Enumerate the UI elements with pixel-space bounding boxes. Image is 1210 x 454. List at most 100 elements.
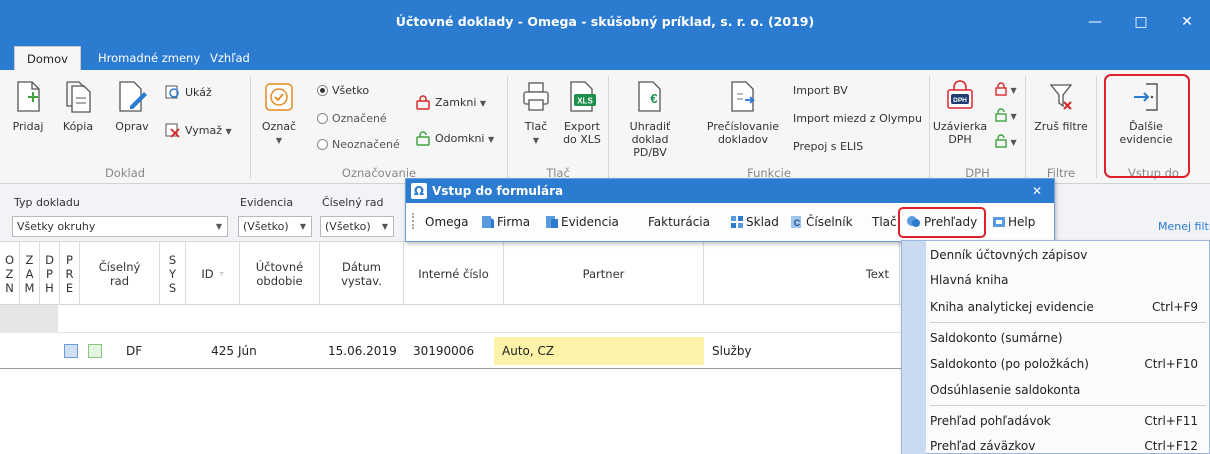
preciselovanie-button[interactable]: Prečíslovanie dokladov [705, 80, 781, 146]
dialog-title-bar: Ω Vstup do formulára ✕ [406, 179, 1054, 203]
prepoj-elis-link[interactable]: Prepoj s ELIS [793, 140, 863, 154]
col-header-interne[interactable]: Interné číslo [404, 242, 504, 305]
chevron-down-icon: ▼ [299, 222, 306, 231]
radio-icon [317, 85, 328, 96]
dropdown-item-saldokonto-polozky[interactable]: Saldokonto (po položkách) Ctrl+F10 [930, 353, 1206, 376]
dropdown-item-dennik[interactable]: Denník účtovných zápisov [930, 244, 1206, 267]
uzavierka-dph-button[interactable]: DPH Uzávierka DPH [932, 80, 988, 146]
zamkni-button[interactable]: Zamkni ▼ [415, 94, 486, 111]
col-header-pre[interactable]: P R E [60, 242, 80, 305]
app-window: Účtovné doklady - Omega - skúšobný príkl… [0, 0, 1210, 454]
dph-lock-dropdown-2[interactable]: ▼ [994, 108, 1017, 124]
radio-icon [317, 113, 328, 124]
dropdown-item-zavazky[interactable]: Prehľad záväzkov Ctrl+F12 [930, 435, 1206, 454]
radio-neoznacene[interactable]: Neoznačené [317, 138, 400, 152]
col-header-zam[interactable]: Z A M [20, 242, 40, 305]
maximize-button[interactable]: □ [1118, 0, 1164, 44]
euro-document-icon: € [638, 81, 661, 112]
tab-domov[interactable]: Domov [14, 46, 81, 70]
dph-checkbox[interactable] [64, 344, 78, 358]
cell-id: 425 [211, 344, 234, 358]
menu-ciselnik[interactable]: C Číselník [790, 215, 853, 229]
menu-evidencia[interactable]: Evidencia [545, 215, 619, 229]
zrus-filtre-button[interactable]: Zruš filtre [1030, 80, 1092, 133]
dropdown-item-shortcut: Ctrl+F10 [1144, 357, 1198, 371]
minimize-button[interactable]: — [1072, 0, 1118, 44]
menu-grip [412, 213, 415, 229]
sort-icon: ▿ [219, 268, 224, 278]
sklad-icon [731, 216, 743, 228]
oprav-label: Oprav [115, 120, 149, 133]
export-xls-button[interactable]: XLS Export do XLS [560, 80, 604, 146]
oprav-button[interactable]: Oprav [110, 80, 154, 133]
cell-text: Služby [712, 344, 752, 358]
group-tlac: Tlač ▼ XLS Export do XLS Tlač [508, 70, 608, 184]
evidencia-select[interactable]: (Všetko) ▼ [238, 216, 312, 237]
vymaz-button[interactable]: Vymaž ▼ [164, 122, 232, 139]
filter-row-selector [0, 305, 58, 333]
pridaj-button[interactable]: Pridaj [8, 80, 48, 133]
col-header-dph[interactable]: D P H [40, 242, 60, 305]
col-header-partner[interactable]: Partner [504, 242, 704, 305]
group-doklad: Pridaj Kópia Oprav Ukáž Vymaž ▼ Doklad [0, 70, 250, 184]
dropdown-item-shortcut: Ctrl+F12 [1144, 439, 1198, 453]
ciselny-rad-select[interactable]: (Všetko) ▼ [320, 216, 394, 237]
uhradit-button[interactable]: € Uhradiť doklad PD/BV [617, 80, 683, 159]
chevron-down-icon: ▼ [275, 136, 283, 145]
dropdown-item-kniha-analytickej[interactable]: Kniha analytickej evidencie Ctrl+F9 [930, 296, 1206, 319]
radio-vsetko[interactable]: Všetko [317, 84, 369, 98]
col-header-text[interactable]: Text [704, 242, 900, 305]
menu-ciselnik-label: Číselník [806, 215, 853, 229]
odomkni-button[interactable]: Odomkni ▼ [415, 130, 494, 147]
evidencia-label: Evidencia [240, 196, 294, 209]
typ-dokladu-select[interactable]: Všetky okruhy ▼ [12, 216, 228, 237]
menu-tlac[interactable]: Tlač [872, 215, 897, 229]
col-header-sys[interactable]: S Y S [160, 242, 186, 305]
dropdown-item-saldokonto-sumarne[interactable]: Saldokonto (sumárne) [930, 327, 1206, 350]
menu-sklad[interactable]: Sklad [730, 215, 779, 229]
kopia-label: Kópia [62, 120, 94, 133]
renumber-icon [731, 81, 756, 112]
tab-hromadne-zmeny[interactable]: Hromadné zmeny [86, 46, 212, 70]
dialog-close-button[interactable]: ✕ [1032, 179, 1042, 203]
tlac-button[interactable]: Tlač ▼ [518, 80, 554, 147]
evidencia-icon [546, 216, 558, 228]
tab-vzhlad[interactable]: Vzhľad [198, 46, 262, 70]
oznac-button[interactable]: Označ ▼ [259, 80, 299, 147]
dropdown-item-odsuhlasenie[interactable]: Odsúhlasenie saldokonta [930, 379, 1206, 402]
cell-interne-cislo: 30190006 [413, 344, 475, 358]
pre-checkbox[interactable] [88, 344, 102, 358]
ciselnik-icon: C [791, 216, 801, 228]
col-header-ciselny-rad[interactable]: Číselný rad [80, 242, 160, 305]
menu-omega[interactable]: Omega [425, 215, 469, 229]
copy-document-icon [66, 81, 91, 113]
import-miezd-link[interactable]: Import miezd z Olympu [793, 112, 922, 126]
radio-neoznacene-label: Neoznačené [332, 138, 400, 151]
col-header-ozn[interactable]: O Z N [0, 242, 20, 305]
close-button[interactable]: ✕ [1164, 0, 1210, 44]
dropdown-item-label: Prehľad pohľadávok [930, 414, 1051, 428]
dropdown-item-label: Saldokonto (po položkách) [930, 357, 1089, 371]
radio-oznacene[interactable]: Označené [317, 112, 387, 126]
dph-lock-dropdown-1[interactable]: ▼ [994, 82, 1017, 98]
ukaz-button[interactable]: Ukáž [164, 84, 212, 100]
dropdown-item-hlavna-kniha[interactable]: Hlavná kniha [930, 269, 1206, 292]
col-header-obdobie[interactable]: Účtovné obdobie [240, 242, 320, 305]
menej-filtrov-link[interactable]: Menej filtrov [1158, 220, 1210, 234]
chevron-down-icon: ▼ [1008, 112, 1017, 121]
chevron-down-icon: ▼ [381, 222, 388, 231]
menu-firma[interactable]: Firma [481, 215, 530, 229]
menu-help[interactable]: Help [992, 215, 1035, 229]
dropdown-item-shortcut: Ctrl+F11 [1144, 414, 1198, 428]
col-header-id[interactable]: ID ▿ [186, 242, 240, 305]
menu-fakturacia[interactable]: Fakturácia [648, 215, 710, 229]
export-label-1: Export [563, 120, 600, 133]
menu-firma-label: Firma [497, 215, 531, 229]
radio-oznacene-label: Označené [332, 112, 387, 125]
dropdown-item-pohladavky[interactable]: Prehľad pohľadávok Ctrl+F11 [930, 410, 1206, 433]
import-bv-link[interactable]: Import BV [793, 84, 848, 98]
vat-lock-icon: DPH [947, 80, 973, 109]
dph-lock-dropdown-3[interactable]: ▼ [994, 134, 1017, 150]
kopia-button[interactable]: Kópia [58, 80, 98, 133]
col-header-datum[interactable]: Dátum vystav. [320, 242, 404, 305]
